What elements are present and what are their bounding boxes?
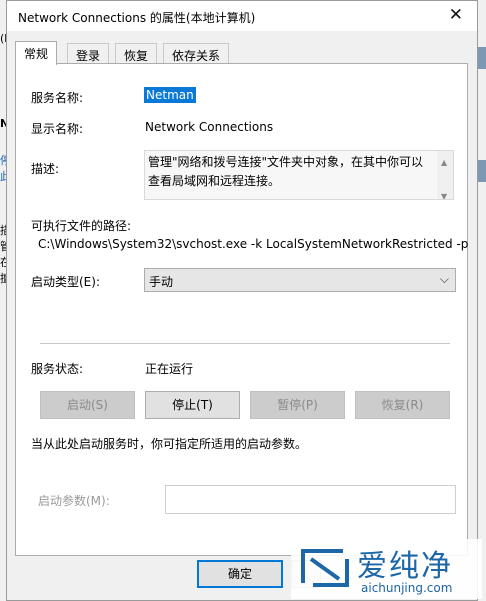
display-name-label: 显示名称:: [31, 122, 84, 136]
title-bar: Network Connections 的属性(本地计算机) ✕: [7, 1, 477, 31]
chevron-down-icon: ⌵: [439, 272, 449, 286]
service-status-label: 服务状态:: [31, 362, 84, 376]
close-icon[interactable]: ✕: [449, 5, 463, 25]
watermark-name: 爱纯净: [357, 549, 453, 584]
exe-path-value: C:\Windows\System32\svchost.exe -k Local…: [38, 237, 469, 251]
startup-type-value: 手动: [149, 275, 174, 289]
window-title: Network Connections 的属性(本地计算机): [18, 11, 256, 25]
scroll-up-icon[interactable]: ▲: [441, 153, 447, 172]
tab-logon[interactable]: 登录: [67, 43, 110, 64]
description-label: 描述:: [31, 162, 60, 176]
start-params-input[interactable]: [165, 485, 456, 514]
resume-button[interactable]: 恢复(R): [355, 391, 450, 419]
display-name-value[interactable]: Network Connections: [145, 120, 273, 134]
service-name-label: 服务名称:: [31, 91, 84, 105]
ok-button[interactable]: 确定: [197, 560, 283, 588]
tab-general[interactable]: 常规: [15, 41, 58, 65]
watermark-logo-icon: [301, 549, 349, 587]
stop-button[interactable]: 停止(T): [145, 391, 240, 419]
scroll-down-icon[interactable]: ▼: [441, 187, 447, 199]
watermark-url: aichunjing.com: [361, 581, 453, 595]
description-text: 管理"网络和拨号连接"文件夹中对象，在其中你可以查看局域网和远程连接。: [148, 155, 424, 188]
startup-type-label: 启动类型(E):: [31, 275, 100, 289]
service-name-value[interactable]: Netman: [144, 87, 196, 103]
description-scrollbar[interactable]: ▲ ▼: [437, 151, 453, 199]
start-button[interactable]: 启动(S): [40, 391, 135, 419]
startup-type-select[interactable]: 手动 ⌵: [144, 268, 456, 292]
divider: [40, 343, 450, 344]
general-panel: 服务名称: Netman 显示名称: Network Connections 描…: [15, 63, 468, 556]
exe-path-label: 可执行文件的路径:: [31, 219, 132, 233]
tab-dependencies[interactable]: 依存关系: [163, 43, 230, 64]
pause-button[interactable]: 暂停(P): [250, 391, 345, 419]
service-status-value: 正在运行: [145, 362, 194, 376]
properties-dialog: Network Connections 的属性(本地计算机) ✕ 常规 登录 恢…: [6, 0, 478, 601]
watermark: 爱纯净 aichunjing.com: [291, 539, 482, 599]
tab-recovery[interactable]: 恢复: [115, 43, 158, 64]
start-params-hint: 当从此处启动服务时，你可指定所适用的启动参数。: [31, 437, 308, 451]
start-params-label: 启动参数(M):: [38, 494, 110, 508]
description-box[interactable]: 管理"网络和拨号连接"文件夹中对象，在其中你可以查看局域网和远程连接。 ▲ ▼: [144, 150, 454, 200]
